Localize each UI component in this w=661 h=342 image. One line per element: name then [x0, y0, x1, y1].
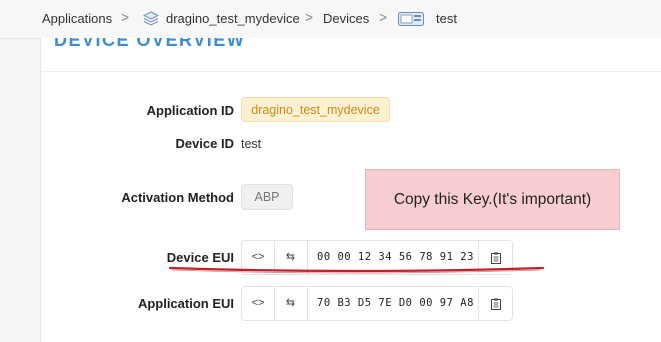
application-eui-label: Application EUI	[137, 296, 234, 311]
swap-icon: ⇆	[285, 297, 296, 309]
application-eui-value: 70 B3 D5 7E D0 00 97 A8	[317, 297, 474, 309]
copy-application-eui-button[interactable]	[478, 287, 512, 320]
toggle-format-button[interactable]: <>	[242, 287, 275, 320]
application-eui-field: <> ⇆ 70 B3 D5 7E D0 00 97 A8	[241, 286, 513, 321]
swap-byte-order-button[interactable]: ⇆	[274, 287, 308, 320]
code-icon: <>	[251, 297, 265, 309]
clipboard-icon	[490, 298, 501, 310]
